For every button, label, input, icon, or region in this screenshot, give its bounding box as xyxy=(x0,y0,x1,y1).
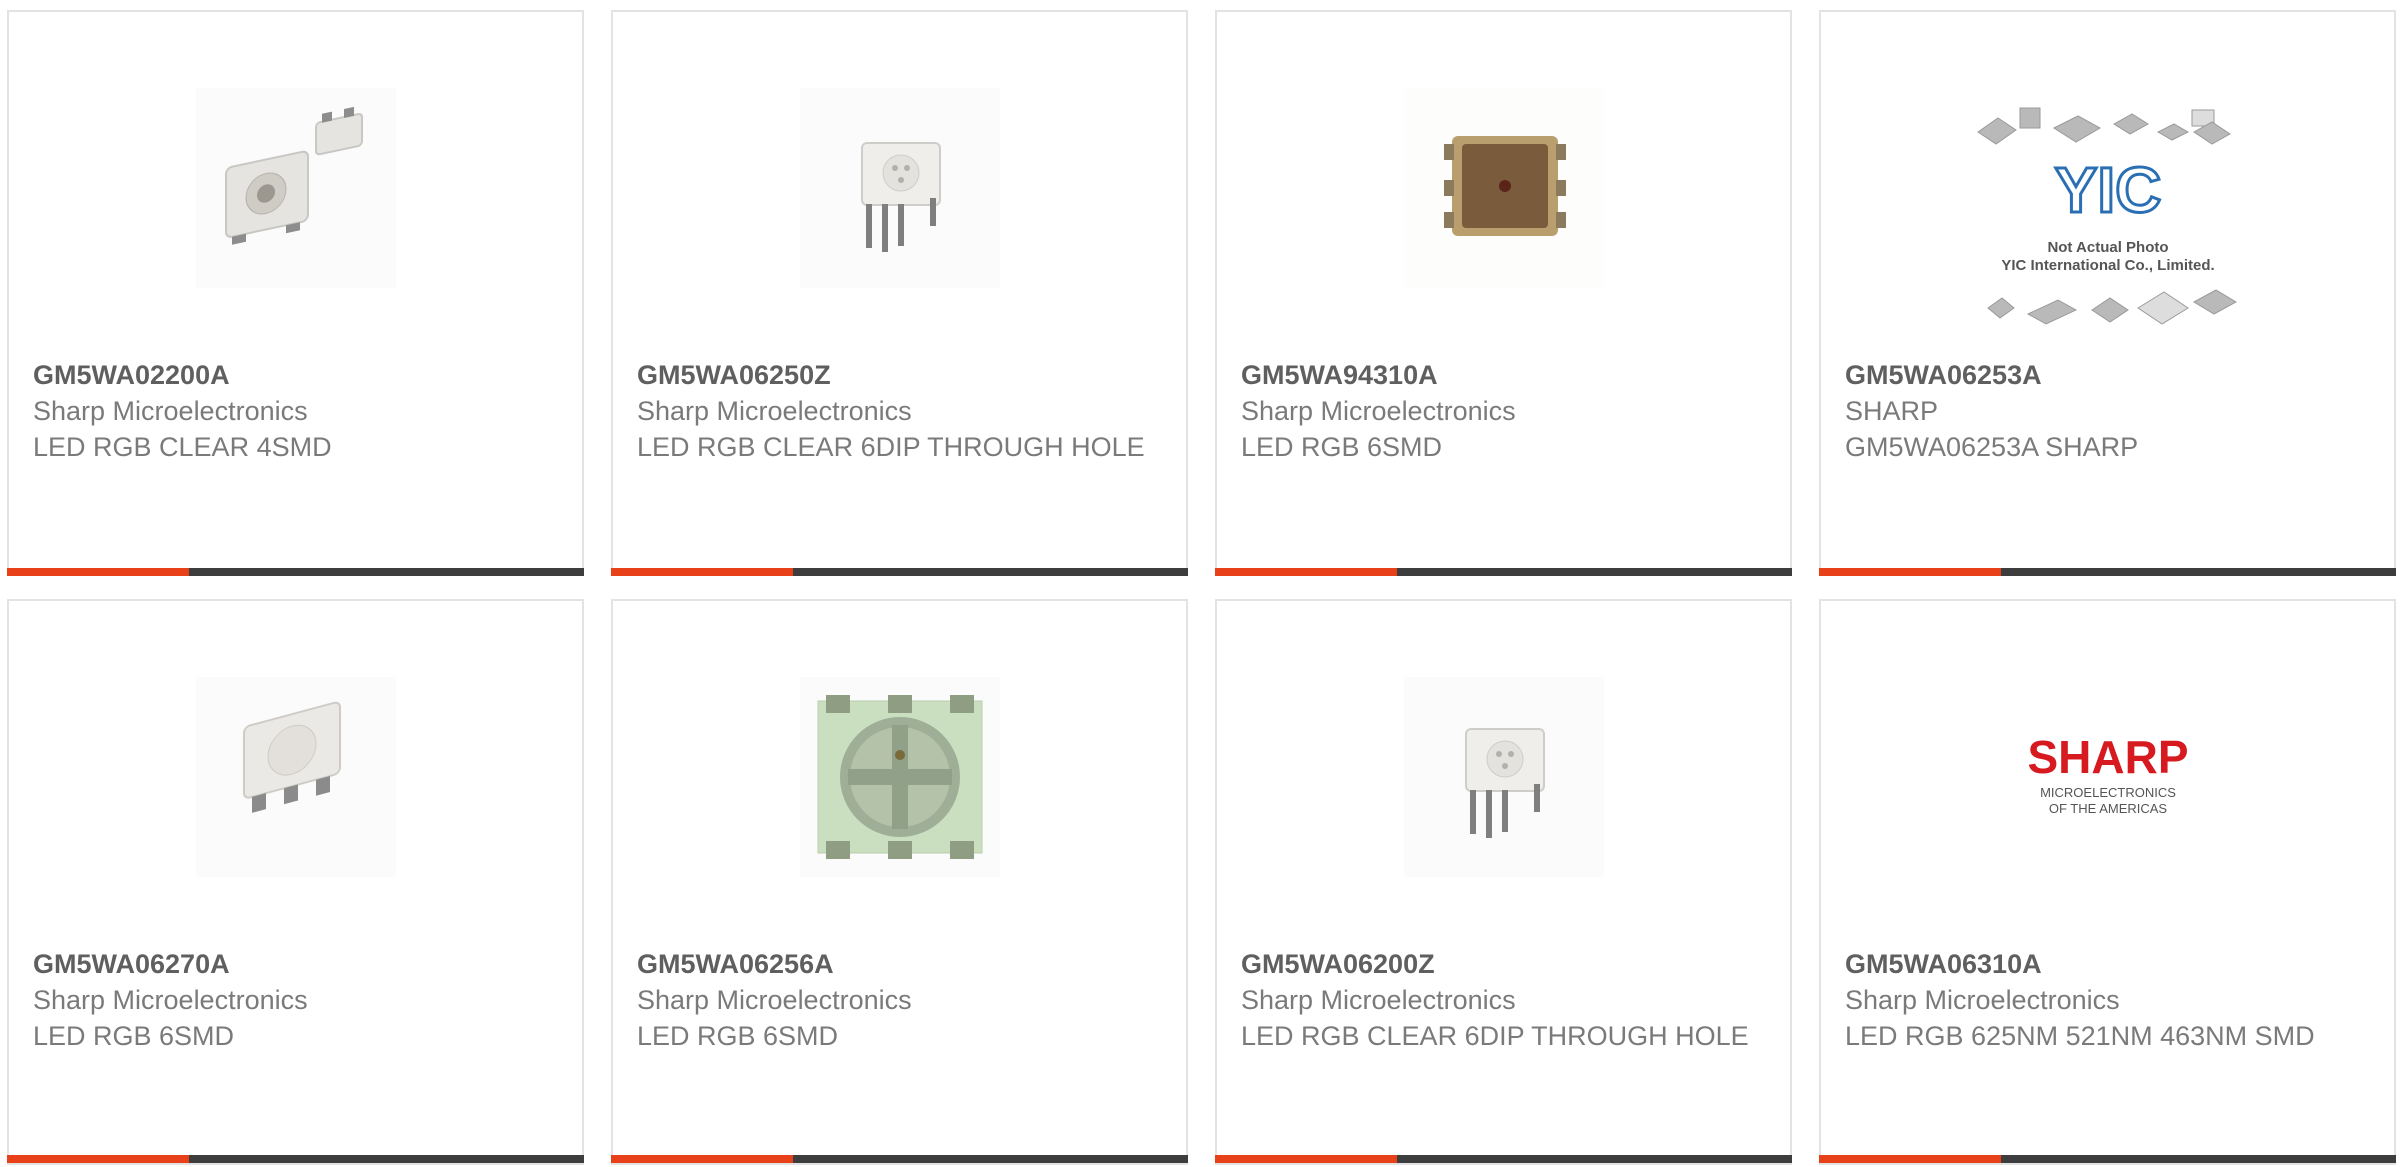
product-text: GM5WA06200Z Sharp Microelectronics LED R… xyxy=(1241,946,1770,1054)
part-number[interactable]: GM5WA06253A xyxy=(1845,357,2374,393)
description: LED RGB 625NM 521NM 463NM SMD xyxy=(1845,1021,2315,1051)
product-card[interactable]: GM5WA94310A Sharp Microelectronics LED R… xyxy=(1215,10,1792,576)
product-card[interactable]: GM5WA02200A Sharp Microelectronics LED R… xyxy=(7,10,584,576)
product-image[interactable] xyxy=(1403,677,1604,877)
manufacturer: Sharp Microelectronics xyxy=(1241,396,1516,426)
sharp-logo-line2: OF THE AMERICAS xyxy=(2048,801,2167,816)
part-number[interactable]: GM5WA02200A xyxy=(33,357,562,393)
product-text: GM5WA06310A Sharp Microelectronics LED R… xyxy=(1845,946,2374,1054)
product-card[interactable]: SHARP MICROELECTRONICS OF THE AMERICAS G… xyxy=(1819,599,2396,1165)
part-number[interactable]: GM5WA06310A xyxy=(1845,946,2374,982)
card-bottom-bar xyxy=(1819,1155,2396,1163)
product-text: GM5WA02200A Sharp Microelectronics LED R… xyxy=(33,357,562,465)
card-bottom-bar xyxy=(7,1155,584,1163)
product-text: GM5WA06256A Sharp Microelectronics LED R… xyxy=(637,946,1166,1054)
product-text: GM5WA06253A SHARP GM5WA06253A SHARP xyxy=(1845,357,2374,465)
manufacturer: Sharp Microelectronics xyxy=(1241,985,1516,1015)
description: LED RGB CLEAR 6DIP THROUGH HOLE xyxy=(637,432,1145,462)
product-card[interactable]: YIC Not Actual Photo YIC International C… xyxy=(1819,10,2396,576)
sharp-logo-text: SHARP xyxy=(2027,731,2188,783)
sharp-logo-line1: MICROELECTRONICS xyxy=(2040,785,2176,800)
product-card[interactable]: GM5WA06200Z Sharp Microelectronics LED R… xyxy=(1215,599,1792,1165)
card-bottom-bar xyxy=(7,568,584,576)
manufacturer: SHARP xyxy=(1845,396,1939,426)
yic-logo-text: YIC xyxy=(2054,154,2161,226)
sharp-logo-image[interactable]: SHARP MICROELECTRONICS OF THE AMERICAS xyxy=(1998,721,2218,841)
product-grid: GM5WA02200A Sharp Microelectronics LED R… xyxy=(0,0,2400,1167)
part-number[interactable]: GM5WA06250Z xyxy=(637,357,1166,393)
manufacturer: Sharp Microelectronics xyxy=(637,985,912,1015)
product-image[interactable] xyxy=(799,88,1000,288)
card-bottom-bar xyxy=(611,568,1188,576)
placeholder-line2: YIC International Co., Limited. xyxy=(2001,257,2214,274)
description: LED RGB 6SMD xyxy=(637,1021,839,1051)
description: GM5WA06253A SHARP xyxy=(1845,432,2139,462)
product-text: GM5WA94310A Sharp Microelectronics LED R… xyxy=(1241,357,1770,465)
product-image[interactable] xyxy=(799,677,1000,877)
card-bottom-bar xyxy=(1215,1155,1792,1163)
product-card[interactable]: GM5WA06256A Sharp Microelectronics LED R… xyxy=(611,599,1188,1165)
description: LED RGB 6SMD xyxy=(33,1021,235,1051)
description: LED RGB CLEAR 6DIP THROUGH HOLE xyxy=(1241,1021,1749,1051)
placeholder-image[interactable]: YIC Not Actual Photo YIC International C… xyxy=(1968,102,2248,342)
card-bottom-bar xyxy=(611,1155,1188,1163)
card-bottom-bar xyxy=(1819,568,2396,576)
part-number[interactable]: GM5WA06200Z xyxy=(1241,946,1770,982)
part-number[interactable]: GM5WA06270A xyxy=(33,946,562,982)
product-image[interactable] xyxy=(195,677,396,877)
description: LED RGB 6SMD xyxy=(1241,432,1443,462)
manufacturer: Sharp Microelectronics xyxy=(33,396,308,426)
manufacturer: Sharp Microelectronics xyxy=(1845,985,2120,1015)
product-image[interactable] xyxy=(1403,88,1604,288)
placeholder-line1: Not Actual Photo xyxy=(2047,239,2168,256)
card-bottom-bar xyxy=(1215,568,1792,576)
manufacturer: Sharp Microelectronics xyxy=(637,396,912,426)
product-card[interactable]: GM5WA06250Z Sharp Microelectronics LED R… xyxy=(611,10,1188,576)
product-card[interactable]: GM5WA06270A Sharp Microelectronics LED R… xyxy=(7,599,584,1165)
part-number[interactable]: GM5WA06256A xyxy=(637,946,1166,982)
part-number[interactable]: GM5WA94310A xyxy=(1241,357,1770,393)
product-text: GM5WA06250Z Sharp Microelectronics LED R… xyxy=(637,357,1166,465)
product-image[interactable] xyxy=(195,88,396,288)
manufacturer: Sharp Microelectronics xyxy=(33,985,308,1015)
description: LED RGB CLEAR 4SMD xyxy=(33,432,332,462)
product-text: GM5WA06270A Sharp Microelectronics LED R… xyxy=(33,946,562,1054)
